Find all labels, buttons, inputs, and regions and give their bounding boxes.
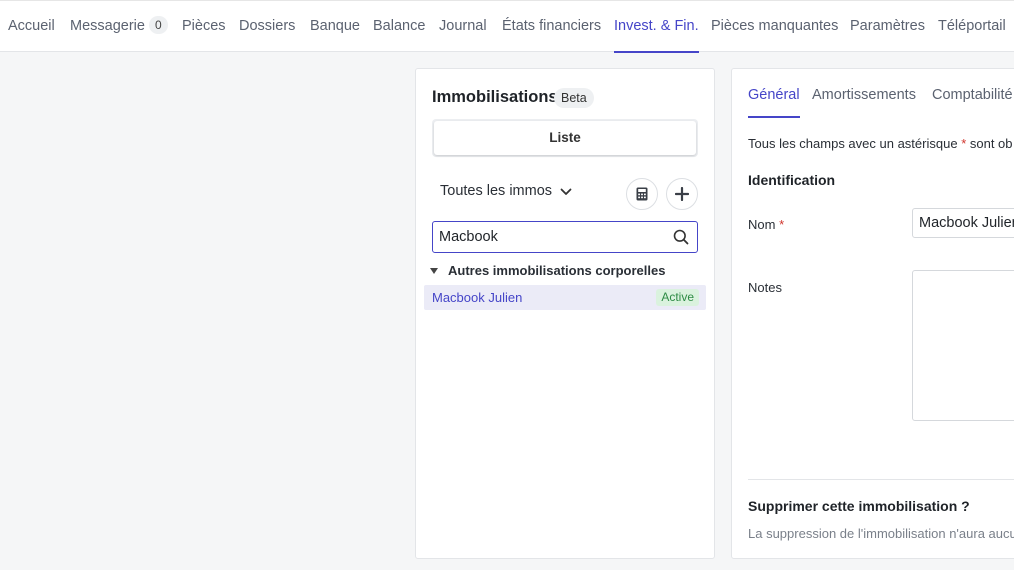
unread-count-badge: 0 xyxy=(148,16,168,34)
name-field-label: Nom * xyxy=(748,217,784,232)
nav-item-label: Balance xyxy=(373,18,426,34)
notes-field-label: Notes xyxy=(748,280,782,295)
tab-general[interactable]: Général xyxy=(748,87,800,118)
caret-down-icon xyxy=(430,268,438,274)
nav-item-balance[interactable]: Balance xyxy=(373,1,425,53)
tab-liste[interactable]: Liste xyxy=(434,121,696,155)
nav-item-teleportail[interactable]: Téléportail xyxy=(938,1,1006,53)
plus-icon xyxy=(675,187,689,201)
required-asterisk: * xyxy=(961,136,967,151)
tab-comptabilite[interactable]: Comptabilité xyxy=(932,87,1013,103)
top-navigation: Accueil Messagerie 0 Pièces Dossiers Banq… xyxy=(0,0,1014,53)
nav-item-label: Banque xyxy=(310,18,360,34)
add-asset-button[interactable] xyxy=(666,178,698,210)
filter-selected-value: Toutes les immos xyxy=(440,183,553,199)
chevron-down-icon xyxy=(560,188,572,195)
search-icon[interactable] xyxy=(673,229,689,245)
nav-item-etats-financiers[interactable]: États financiers xyxy=(502,1,601,53)
asset-group-header[interactable]: Autres immobilisations corporelles xyxy=(430,263,665,278)
required-fields-note: Tous les champs avec un astérisque * son… xyxy=(748,136,1013,151)
nav-item-label: Téléportail xyxy=(938,18,1006,34)
required-note-prefix: Tous les champs avec un astérisque xyxy=(748,136,958,151)
status-badge: Active xyxy=(656,289,699,306)
nav-item-parametres[interactable]: Paramètres xyxy=(850,1,925,53)
nav-item-pieces-manquantes[interactable]: Pièces manquantes xyxy=(711,1,838,53)
panel-title: Immobilisations xyxy=(432,88,558,106)
nav-item-label: Journal xyxy=(439,18,487,34)
calculator-button[interactable] xyxy=(626,178,658,210)
name-field[interactable] xyxy=(912,208,1014,238)
group-label: Autres immobilisations corporelles xyxy=(448,263,666,278)
nav-item-journal[interactable]: Journal xyxy=(439,1,487,53)
asset-search-box xyxy=(432,221,698,253)
assets-list-panel: Immobilisations Beta Liste Toutes les im… xyxy=(415,68,715,559)
delete-section-title: Supprimer cette immobilisation ? xyxy=(748,498,970,514)
nav-item-label: Invest. & Fin. xyxy=(614,18,699,34)
section-title: Identification xyxy=(748,172,836,188)
nav-item-banque[interactable]: Banque xyxy=(310,1,360,53)
nav-item-accueil[interactable]: Accueil xyxy=(8,1,55,53)
name-label-text: Nom xyxy=(748,217,776,232)
nav-item-pieces[interactable]: Pièces xyxy=(182,1,226,53)
nav-item-label: Paramètres xyxy=(850,18,925,34)
delete-section-description: La suppression de l'immobilisation n'aur… xyxy=(748,526,1014,541)
view-tabs: Liste xyxy=(432,119,698,157)
notes-textarea[interactable] xyxy=(912,270,1014,421)
calculator-icon xyxy=(636,187,648,201)
required-note-suffix: sont ob xyxy=(969,136,1013,151)
asset-search-input[interactable] xyxy=(439,226,664,248)
nav-item-dossiers[interactable]: Dossiers xyxy=(239,1,295,53)
nav-item-label: Pièces manquantes xyxy=(711,18,839,34)
nav-item-messagerie[interactable]: Messagerie 0 xyxy=(70,1,168,53)
asset-filter-dropdown[interactable]: Toutes les immos xyxy=(440,183,572,199)
nav-item-label: Accueil xyxy=(8,18,55,34)
asset-name: Macbook Julien xyxy=(432,290,523,305)
asset-detail-panel: Général Amortissements Comptabilité Tous… xyxy=(731,68,1014,559)
nav-item-label: Dossiers xyxy=(239,18,296,34)
divider xyxy=(748,479,1014,480)
nav-item-invest-fin[interactable]: Invest. & Fin. xyxy=(614,1,699,53)
required-asterisk: * xyxy=(779,217,785,232)
list-item[interactable]: Macbook Julien Active xyxy=(424,285,706,310)
nav-item-label: Pièces xyxy=(182,18,226,34)
beta-badge: Beta xyxy=(554,88,594,108)
nav-item-label: Messagerie xyxy=(70,18,145,34)
nav-item-label: États financiers xyxy=(502,18,602,34)
tab-amortissements[interactable]: Amortissements xyxy=(812,87,916,103)
